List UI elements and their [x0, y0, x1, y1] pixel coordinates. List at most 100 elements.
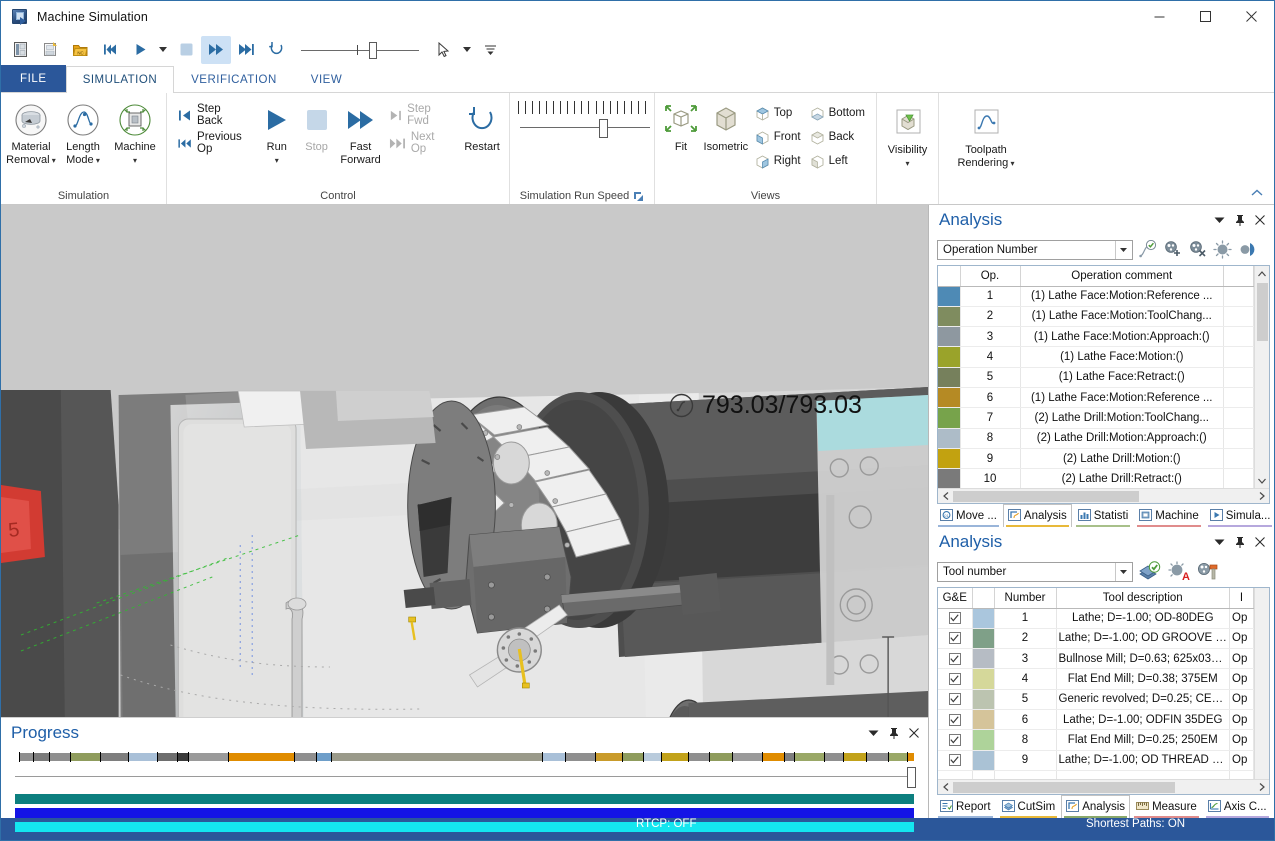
tool-library-icon[interactable] — [1195, 560, 1220, 583]
simulation-3d-viewport[interactable]: 5 793.03/793.03 — [1, 205, 929, 717]
qat-speed-slider[interactable] — [301, 39, 419, 61]
remove-collision-pair-icon[interactable] — [1187, 239, 1208, 260]
operations-scroll-left[interactable] — [938, 489, 953, 504]
visibility-button[interactable]: Visibility ▾ — [883, 101, 932, 169]
progress-close-icon[interactable] — [905, 725, 922, 742]
operations-scroll-right[interactable] — [1254, 489, 1269, 504]
operation-number-combo[interactable]: Operation Number — [937, 239, 1133, 260]
dock-tab-statistics[interactable]: Statisti — [1073, 504, 1134, 527]
table-row[interactable]: 6 Lathe; D=-1.00; ODFIN 35DEG Op — [938, 709, 1254, 731]
rewind-icon[interactable] — [95, 36, 125, 64]
analysis-top-close-icon[interactable] — [1251, 212, 1268, 229]
collision-check-icon[interactable] — [1212, 239, 1233, 260]
open-project-icon[interactable] — [35, 36, 65, 64]
operations-scroll-up[interactable] — [1254, 266, 1269, 281]
analysis-bottom-collapse-icon[interactable] — [1211, 534, 1228, 551]
table-row[interactable]: 1 Lathe; D=-1.00; OD-80DEG Op — [938, 608, 1254, 629]
dock-tab-report[interactable]: Report — [935, 795, 996, 818]
ver ify-toolpath-icon[interactable] — [1137, 239, 1158, 260]
add-collision-pair-icon[interactable] — [1162, 239, 1183, 260]
fit-view-button[interactable]: Fit — [663, 98, 699, 154]
auto-tool-icon[interactable]: A — [1166, 560, 1191, 583]
top-view-button[interactable]: Top — [753, 102, 806, 124]
maximize-button[interactable] — [1182, 1, 1228, 32]
play-dropdown-caret[interactable] — [155, 36, 171, 64]
table-row[interactable]: 5Generic revolved; D=0.25; CENTER ...Op — [938, 689, 1254, 710]
analysis-top-collapse-icon[interactable] — [1211, 212, 1228, 229]
stop-icon[interactable] — [171, 36, 201, 64]
tab-file[interactable]: FILE — [1, 65, 66, 92]
fast-forward-button[interactable]: Fast Forward — [338, 98, 383, 166]
progress-collapse-icon[interactable] — [865, 725, 882, 742]
dock-tab-move-list[interactable]: 01 Move ... — [935, 504, 1002, 527]
operation-progress-bar[interactable] — [15, 752, 914, 762]
table-row[interactable]: 3 Bullnose Mill; D=0.63; 625x031BUL Op — [938, 648, 1254, 670]
restart-button[interactable]: Restart — [461, 98, 503, 154]
close-button[interactable] — [1228, 1, 1274, 32]
table-row[interactable]: 4 Flat End Mill; D=0.38; 375EM Op — [938, 668, 1254, 690]
cursor-dropdown-caret[interactable] — [459, 36, 475, 64]
length-mode-button[interactable]: Length Mode ▾ — [58, 98, 108, 166]
table-row[interactable]: 9 Lathe; D=-1.00; OD THREAD RIGHT Op — [938, 750, 1254, 771]
table-row[interactable]: 7 (2) Lathe Drill:Motion:ToolChang... — [938, 407, 1254, 429]
dock-tab-cutsim[interactable]: CutSim — [997, 795, 1061, 818]
dock-tab-measure[interactable]: Measure — [1131, 795, 1202, 818]
back-view-button[interactable]: Back — [808, 126, 870, 148]
apply-tool-icon[interactable] — [1137, 560, 1162, 583]
dock-tab-simulation[interactable]: Simula... — [1205, 504, 1275, 527]
new-project-icon[interactable] — [5, 36, 35, 64]
tool-enabled-checkbox[interactable] — [938, 668, 973, 690]
skip-end-icon[interactable] — [231, 36, 261, 64]
tool-enabled-checkbox[interactable] — [938, 628, 973, 650]
open-nc-file-icon[interactable]: NC — [65, 36, 95, 64]
tool-number-combo[interactable]: Tool number — [937, 561, 1133, 582]
timeline-scrubber[interactable] — [15, 767, 916, 790]
dock-tab-analysis2[interactable]: Analysis — [1061, 795, 1131, 818]
front-view-button[interactable]: Front — [753, 126, 806, 148]
dock-tab-analysis[interactable]: Analysis — [1002, 504, 1072, 527]
restart-icon[interactable] — [261, 36, 291, 64]
step-back-button[interactable]: Step Back — [175, 103, 255, 127]
table-row[interactable]: 5 (1) Lathe Face:Retract:() — [938, 367, 1254, 388]
run-button[interactable]: Run ▾ — [258, 98, 295, 166]
tools-scroll-left[interactable] — [938, 780, 953, 795]
tool-enabled-checkbox[interactable] — [938, 729, 973, 751]
tab-view[interactable]: VIEW — [294, 66, 359, 92]
material-removal-button[interactable]: Material Removal ▾ — [6, 98, 56, 166]
right-view-button[interactable]: Right — [753, 150, 806, 172]
tools-scroll-right[interactable] — [1254, 780, 1269, 795]
table-row[interactable]: 8 (2) Lathe Drill:Motion:Approach:() — [938, 428, 1254, 449]
table-row[interactable]: 4 (1) Lathe Face:Motion:() — [938, 346, 1254, 368]
left-view-button[interactable]: Left — [808, 150, 870, 172]
tab-verification[interactable]: VERIFICATION — [174, 66, 294, 92]
tool-enabled-checkbox[interactable] — [938, 608, 973, 629]
dock-tab-machine[interactable]: Machine — [1134, 504, 1203, 527]
qat-overflow-icon[interactable] — [475, 36, 505, 64]
tools-vertical-scrollbar[interactable] — [1254, 588, 1269, 779]
minimize-button[interactable] — [1136, 1, 1182, 32]
bottom-view-button[interactable]: Bottom — [808, 102, 870, 124]
previous-op-button[interactable]: Previous Op — [175, 131, 255, 155]
table-row[interactable]: 1 (1) Lathe Face:Motion:Reference ... — [938, 286, 1254, 307]
dock-tab-axis-control[interactable]: Axis C... — [1203, 795, 1272, 818]
isometric-view-button[interactable]: Isometric — [701, 98, 751, 154]
progress-pin-icon[interactable] — [885, 725, 902, 742]
tools-horizontal-scrollbar[interactable] — [938, 779, 1269, 794]
tool-number-combo-caret[interactable] — [1115, 562, 1130, 581]
select-cursor-icon[interactable] — [429, 36, 459, 64]
analysis-bottom-pin-icon[interactable] — [1231, 534, 1248, 551]
table-row[interactable]: 3 (1) Lathe Face:Motion:Approach:() — [938, 326, 1254, 348]
fast-forward-icon[interactable] — [201, 35, 231, 64]
tool-enabled-checkbox[interactable] — [938, 750, 973, 771]
analysis-top-pin-icon[interactable] — [1231, 212, 1248, 229]
table-row[interactable]: 9 (2) Lathe Drill:Motion:() — [938, 448, 1254, 470]
run-speed-dialog-launcher[interactable] — [633, 191, 644, 202]
table-row[interactable]: 2 (1) Lathe Face:Motion:ToolChang... — [938, 306, 1254, 328]
table-row[interactable]: 10 (2) Lathe Drill:Retract:() — [938, 468, 1254, 488]
collision-settings-icon[interactable] — [1237, 239, 1258, 260]
analysis-bottom-close-icon[interactable] — [1251, 534, 1268, 551]
tool-enabled-checkbox[interactable] — [938, 648, 973, 670]
table-row[interactable]: 8 Flat End Mill; D=0.25; 250EM Op — [938, 729, 1254, 751]
tab-simulation[interactable]: SIMULATION — [65, 66, 175, 93]
collapse-ribbon-button[interactable] — [1248, 184, 1266, 202]
